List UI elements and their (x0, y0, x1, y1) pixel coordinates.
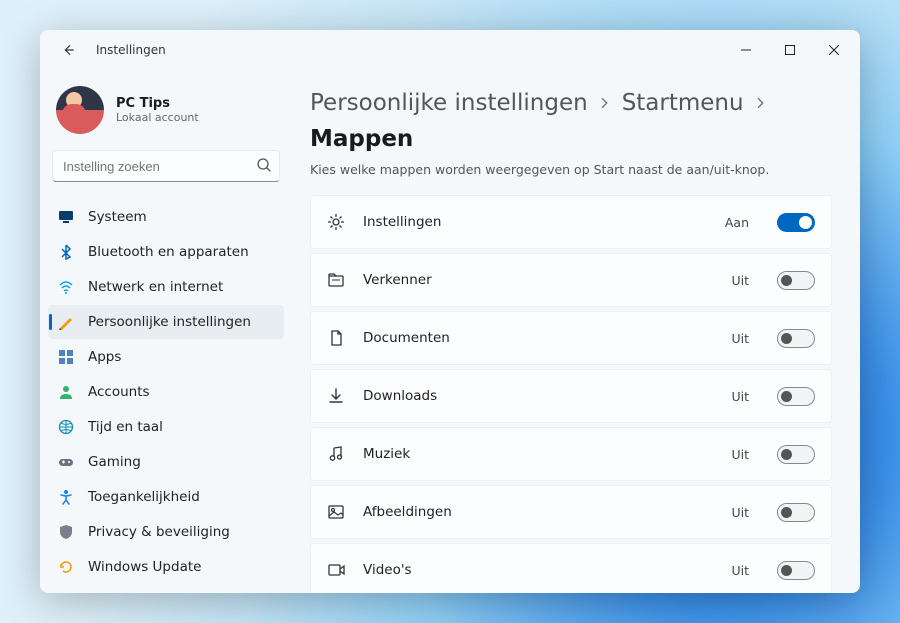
folder-label: Muziek (363, 446, 713, 462)
toggle-state-label: Uit (731, 273, 749, 288)
sidebar-item-accounts[interactable]: Accounts (48, 375, 284, 409)
minimize-button[interactable] (724, 34, 768, 66)
toggle-state-label: Uit (731, 563, 749, 578)
close-icon (829, 45, 839, 55)
back-button[interactable] (54, 36, 82, 64)
video-icon (327, 561, 345, 579)
sidebar-item-label: Apps (88, 349, 121, 365)
sidebar-item-label: Privacy & beveiliging (88, 524, 230, 540)
folder-row-pictures: Afbeeldingen Uit (310, 485, 832, 539)
document-icon (327, 329, 345, 347)
breadcrumb: Persoonlijke instellingen Startmenu Mapp… (310, 90, 832, 152)
gear-icon (327, 213, 345, 231)
folder-row-videos: Video's Uit (310, 543, 832, 593)
toggle-documents[interactable] (777, 329, 815, 348)
toggle-downloads[interactable] (777, 387, 815, 406)
folder-label: Video's (363, 562, 713, 578)
titlebar: Instellingen (40, 30, 860, 70)
folder-label: Verkenner (363, 272, 713, 288)
sidebar: PC Tips Lokaal account Systeem Bluetooth … (40, 70, 292, 593)
toggle-state-label: Uit (731, 447, 749, 462)
music-icon (327, 445, 345, 463)
profile-block[interactable]: PC Tips Lokaal account (48, 80, 284, 150)
toggle-music[interactable] (777, 445, 815, 464)
shield-icon (58, 524, 74, 540)
page-subtitle: Kies welke mappen worden weergegeven op … (310, 162, 832, 177)
sidebar-item-gaming[interactable]: Gaming (48, 445, 284, 479)
breadcrumb-startmenu[interactable]: Startmenu (622, 90, 744, 116)
sidebar-item-label: Netwerk en internet (88, 279, 223, 295)
toggle-state-label: Uit (731, 505, 749, 520)
sidebar-item-accessibility[interactable]: Toegankelijkheid (48, 480, 284, 514)
sidebar-item-privacy[interactable]: Privacy & beveiliging (48, 515, 284, 549)
bluetooth-icon (58, 244, 74, 260)
breadcrumb-personalization[interactable]: Persoonlijke instellingen (310, 90, 588, 116)
minimize-icon (741, 45, 751, 55)
maximize-button[interactable] (768, 34, 812, 66)
profile-name: PC Tips (116, 96, 199, 111)
update-icon (58, 559, 74, 575)
folder-label: Documenten (363, 330, 713, 346)
toggle-explorer[interactable] (777, 271, 815, 290)
main-panel: Persoonlijke instellingen Startmenu Mapp… (292, 70, 860, 593)
gamepad-icon (58, 454, 74, 470)
maximize-icon (785, 45, 795, 55)
picture-icon (327, 503, 345, 521)
chevron-right-icon (754, 96, 768, 110)
window-controls (724, 34, 856, 66)
folder-label: Instellingen (363, 214, 707, 230)
sidebar-item-network[interactable]: Netwerk en internet (48, 270, 284, 304)
sidebar-item-label: Persoonlijke instellingen (88, 314, 251, 330)
avatar (56, 86, 104, 134)
breadcrumb-current: Mappen (310, 126, 413, 152)
monitor-icon (58, 209, 74, 225)
folder-label: Downloads (363, 388, 713, 404)
sidebar-item-time[interactable]: Tijd en taal (48, 410, 284, 444)
toggle-pictures[interactable] (777, 503, 815, 522)
globe-icon (58, 419, 74, 435)
folder-label: Afbeeldingen (363, 504, 713, 520)
close-button[interactable] (812, 34, 856, 66)
accessibility-icon (58, 489, 74, 505)
toggle-state-label: Uit (731, 331, 749, 346)
sidebar-item-bluetooth[interactable]: Bluetooth en apparaten (48, 235, 284, 269)
grid-icon (58, 349, 74, 365)
sidebar-item-update[interactable]: Windows Update (48, 550, 284, 584)
chevron-right-icon (598, 96, 612, 110)
sidebar-item-label: Accounts (88, 384, 150, 400)
toggle-settings[interactable] (777, 213, 815, 232)
folder-icon (327, 271, 345, 289)
paint-icon (58, 314, 74, 330)
person-icon (58, 384, 74, 400)
folder-row-music: Muziek Uit (310, 427, 832, 481)
settings-window: Instellingen PC Tips Lokaal account Syst… (40, 30, 860, 593)
sidebar-item-personalization[interactable]: Persoonlijke instellingen (48, 305, 284, 339)
back-arrow-icon (61, 43, 75, 57)
nav-list: Systeem Bluetooth en apparaten Netwerk en … (48, 200, 284, 584)
folder-row-explorer: Verkenner Uit (310, 253, 832, 307)
sidebar-item-system[interactable]: Systeem (48, 200, 284, 234)
sidebar-item-label: Bluetooth en apparaten (88, 244, 249, 260)
sidebar-item-label: Gaming (88, 454, 141, 470)
search-input[interactable] (52, 150, 280, 182)
sidebar-item-label: Tijd en taal (88, 419, 163, 435)
wifi-icon (58, 279, 74, 295)
folder-row-settings: Instellingen Aan (310, 195, 832, 249)
sidebar-item-label: Windows Update (88, 559, 201, 575)
folder-rows: Instellingen Aan Verkenner Uit Documenten Uit… (310, 195, 832, 593)
toggle-state-label: Aan (725, 215, 749, 230)
sidebar-item-label: Toegankelijkheid (88, 489, 200, 505)
sidebar-item-label: Systeem (88, 209, 147, 225)
folder-row-documents: Documenten Uit (310, 311, 832, 365)
app-title: Instellingen (96, 43, 166, 57)
toggle-state-label: Uit (731, 389, 749, 404)
search-icon (256, 157, 272, 173)
sidebar-item-apps[interactable]: Apps (48, 340, 284, 374)
toggle-videos[interactable] (777, 561, 815, 580)
folder-row-downloads: Downloads Uit (310, 369, 832, 423)
download-icon (327, 387, 345, 405)
profile-type: Lokaal account (116, 111, 199, 124)
